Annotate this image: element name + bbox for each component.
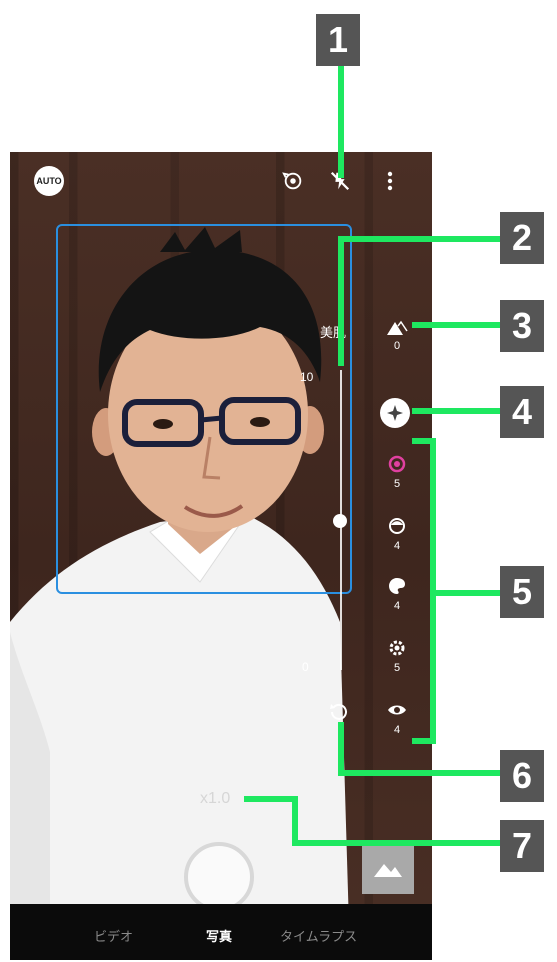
skin-tone-icon[interactable] bbox=[382, 452, 412, 476]
face-shape-icon[interactable] bbox=[382, 514, 412, 538]
callout-line-2a bbox=[338, 236, 500, 242]
gallery-thumbnail[interactable] bbox=[362, 842, 414, 894]
eye-value: 4 bbox=[393, 724, 401, 736]
mode-timelapse[interactable]: タイムラプス bbox=[280, 926, 357, 945]
palette-icon[interactable] bbox=[382, 574, 412, 598]
zoom-level[interactable]: x1.0 bbox=[200, 790, 230, 808]
settings-gear-icon[interactable] bbox=[382, 636, 412, 660]
camera-switch-icon[interactable] bbox=[278, 166, 308, 196]
callout-line-6a bbox=[338, 722, 344, 774]
effect-value: 0 bbox=[393, 340, 401, 352]
beauty-sparkle-button[interactable] bbox=[380, 398, 410, 428]
beauty-slider-thumb[interactable] bbox=[333, 514, 347, 528]
callout-badge-2: 2 bbox=[500, 212, 544, 264]
callout-line-5d bbox=[430, 590, 500, 596]
mode-bar: ビデオ 写真 タイムラプス bbox=[10, 904, 432, 960]
more-vert-icon[interactable] bbox=[375, 166, 405, 196]
callout-line-3 bbox=[412, 322, 500, 328]
face-shape-value: 4 bbox=[393, 540, 401, 552]
callout-line-4 bbox=[412, 408, 500, 414]
gear-value: 5 bbox=[393, 662, 401, 674]
callout-line-1 bbox=[338, 66, 344, 178]
mode-video[interactable]: ビデオ bbox=[94, 926, 133, 945]
reset-icon[interactable] bbox=[324, 700, 354, 724]
callout-badge-3: 3 bbox=[500, 300, 544, 352]
callout-badge-6: 6 bbox=[500, 750, 544, 802]
callout-line-7c bbox=[292, 840, 500, 846]
callout-line-2b bbox=[338, 236, 344, 366]
auto-mode-button[interactable]: AUTO bbox=[34, 166, 64, 196]
skin-tone-value: 5 bbox=[393, 478, 401, 490]
camera-viewfinder[interactable]: AUTO 美肌 10 0 0 5 4 4 5 4 x1.0 ビデオ 写真 タイム… bbox=[10, 152, 432, 960]
eye-icon[interactable] bbox=[382, 698, 412, 722]
mode-photo[interactable]: 写真 bbox=[206, 926, 232, 945]
callout-badge-4: 4 bbox=[500, 386, 544, 438]
palette-value: 4 bbox=[393, 600, 401, 612]
callout-line-7b bbox=[292, 796, 298, 844]
callout-line-6b bbox=[338, 770, 500, 776]
slider-min-label: 0 bbox=[302, 660, 309, 674]
slider-max-label: 10 bbox=[300, 370, 314, 384]
face-detection-frame bbox=[56, 224, 352, 594]
callout-badge-5: 5 bbox=[500, 566, 544, 618]
mountain-effect-icon[interactable] bbox=[382, 316, 412, 340]
callout-line-5c bbox=[412, 738, 436, 744]
shutter-button[interactable] bbox=[184, 842, 254, 912]
callout-badge-1: 1 bbox=[316, 14, 360, 66]
callout-line-7a bbox=[244, 796, 298, 802]
callout-badge-7: 7 bbox=[500, 820, 544, 872]
